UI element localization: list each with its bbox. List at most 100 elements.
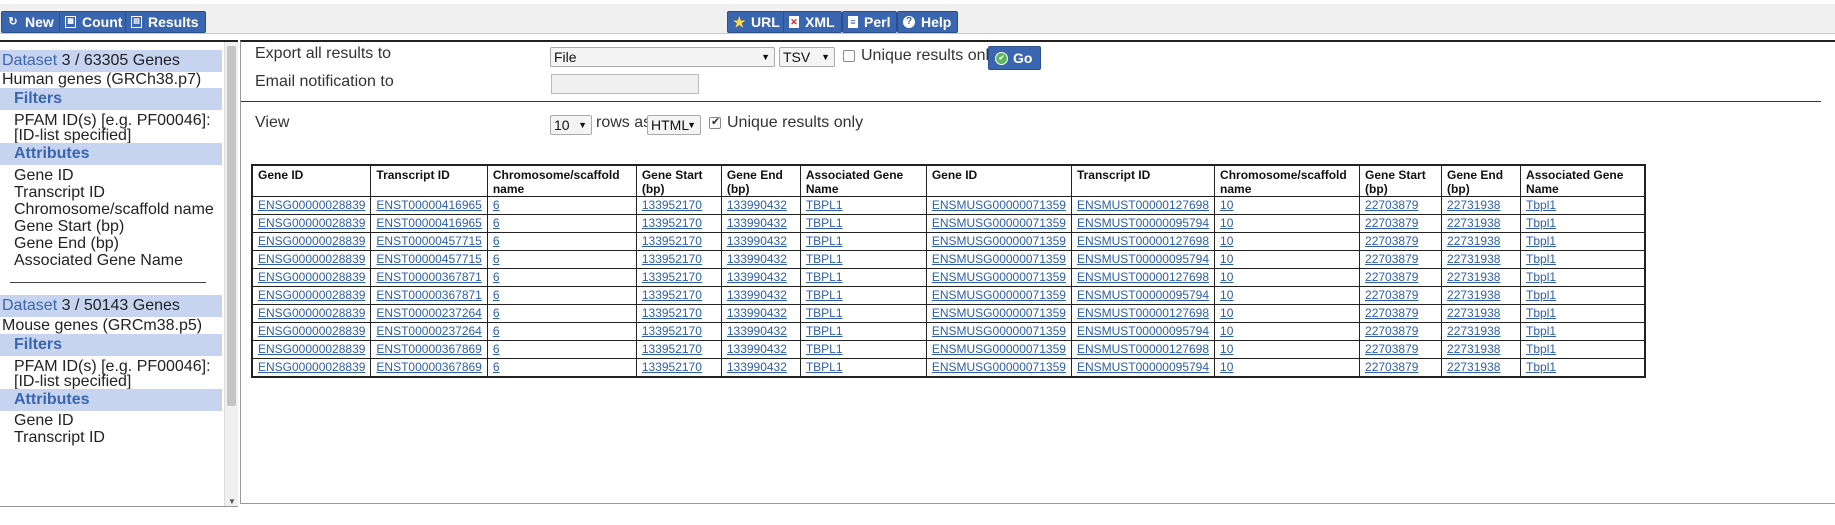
count-button[interactable]: ▦ Count <box>59 11 130 33</box>
cell-link[interactable]: 133990432 <box>727 360 787 374</box>
cell-link[interactable]: 22731938 <box>1447 270 1500 284</box>
attributes-header-mouse[interactable]: Attributes <box>0 389 222 411</box>
cell-link[interactable]: 22703879 <box>1365 360 1418 374</box>
dataset-label[interactable]: Dataset <box>2 52 57 69</box>
cell-link[interactable]: ENSG00000028839 <box>258 288 365 302</box>
cell-link[interactable]: ENSMUST00000127698 <box>1077 306 1209 320</box>
export-destination-select[interactable]: File ▼ <box>550 47 775 67</box>
cell-link[interactable]: 133952170 <box>642 216 702 230</box>
cell-link[interactable]: ENSG00000028839 <box>258 198 365 212</box>
cell-link[interactable]: 22703879 <box>1365 288 1418 302</box>
dataset-label[interactable]: Dataset <box>2 297 57 314</box>
cell-link[interactable]: 6 <box>493 252 500 266</box>
cell-link[interactable]: ENSMUSG00000071359 <box>932 216 1066 230</box>
cell-link[interactable]: 22703879 <box>1365 216 1418 230</box>
perl-button[interactable]: ≡ Perl <box>842 11 898 33</box>
cell-link[interactable]: TBPL1 <box>806 360 843 374</box>
cell-link[interactable]: Tbpl1 <box>1526 306 1556 320</box>
cell-link[interactable]: ENSMUSG00000071359 <box>932 198 1066 212</box>
cell-link[interactable]: 133952170 <box>642 324 702 338</box>
cell-link[interactable]: 22731938 <box>1447 342 1500 356</box>
cell-link[interactable]: 22731938 <box>1447 216 1500 230</box>
cell-link[interactable]: ENSG00000028839 <box>258 270 365 284</box>
cell-link[interactable]: ENSMUSG00000071359 <box>932 342 1066 356</box>
cell-link[interactable]: ENSMUST00000127698 <box>1077 234 1209 248</box>
cell-link[interactable]: ENST00000367871 <box>376 288 481 302</box>
email-field[interactable] <box>551 74 699 94</box>
url-button[interactable]: ★ URL <box>727 11 787 33</box>
go-button[interactable]: ✔ Go <box>988 46 1042 70</box>
cell-link[interactable]: ENSMUST00000095794 <box>1077 324 1209 338</box>
cell-link[interactable]: ENSG00000028839 <box>258 252 365 266</box>
cell-link[interactable]: 22703879 <box>1365 324 1418 338</box>
results-button[interactable]: ▤ Results <box>125 11 206 33</box>
cell-link[interactable]: TBPL1 <box>806 342 843 356</box>
cell-link[interactable]: 22731938 <box>1447 360 1500 374</box>
cell-link[interactable]: TBPL1 <box>806 234 843 248</box>
cell-link[interactable]: 6 <box>493 216 500 230</box>
cell-link[interactable]: ENSG00000028839 <box>258 360 365 374</box>
cell-link[interactable]: 22731938 <box>1447 198 1500 212</box>
attribute-item[interactable]: Transcript ID <box>14 428 105 447</box>
cell-link[interactable]: ENSG00000028839 <box>258 234 365 248</box>
cell-link[interactable]: ENSMUST00000127698 <box>1077 342 1209 356</box>
cell-link[interactable]: ENSMUST00000127698 <box>1077 270 1209 284</box>
cell-link[interactable]: Tbpl1 <box>1526 252 1556 266</box>
cell-link[interactable]: ENSMUSG00000071359 <box>932 270 1066 284</box>
cell-link[interactable]: 22703879 <box>1365 198 1418 212</box>
new-button[interactable]: ↻ New <box>1 11 61 33</box>
cell-link[interactable]: 22731938 <box>1447 252 1500 266</box>
cell-link[interactable]: Tbpl1 <box>1526 288 1556 302</box>
cell-link[interactable]: 133952170 <box>642 306 702 320</box>
cell-link[interactable]: 10 <box>1220 288 1233 302</box>
cell-link[interactable]: ENSMUST00000095794 <box>1077 252 1209 266</box>
cell-link[interactable]: 10 <box>1220 198 1233 212</box>
filters-header-mouse[interactable]: Filters <box>0 334 222 356</box>
cell-link[interactable]: 10 <box>1220 324 1233 338</box>
cell-link[interactable]: 10 <box>1220 234 1233 248</box>
cell-link[interactable]: TBPL1 <box>806 324 843 338</box>
cell-link[interactable]: Tbpl1 <box>1526 342 1556 356</box>
cell-link[interactable]: 6 <box>493 288 500 302</box>
cell-link[interactable]: ENSMUST00000095794 <box>1077 288 1209 302</box>
cell-link[interactable]: 6 <box>493 198 500 212</box>
cell-link[interactable]: 133952170 <box>642 234 702 248</box>
cell-link[interactable]: 133990432 <box>727 198 787 212</box>
cell-link[interactable]: ENST00000237264 <box>376 306 481 320</box>
view-unique-checkbox[interactable] <box>709 115 721 129</box>
cell-link[interactable]: ENST00000367869 <box>376 360 481 374</box>
attributes-header-human[interactable]: Attributes <box>0 143 222 165</box>
cell-link[interactable]: 133952170 <box>642 252 702 266</box>
cell-link[interactable]: 133952170 <box>642 342 702 356</box>
filters-header-human[interactable]: Filters <box>0 88 222 110</box>
cell-link[interactable]: 22731938 <box>1447 234 1500 248</box>
cell-link[interactable]: 133952170 <box>642 270 702 284</box>
cell-link[interactable]: 10 <box>1220 252 1233 266</box>
export-unique-checkbox[interactable] <box>843 50 855 62</box>
cell-link[interactable]: 22731938 <box>1447 288 1500 302</box>
cell-link[interactable]: 22731938 <box>1447 306 1500 320</box>
cell-link[interactable]: 22703879 <box>1365 234 1418 248</box>
cell-link[interactable]: ENSMUST00000095794 <box>1077 360 1209 374</box>
cell-link[interactable]: ENST00000367871 <box>376 270 481 284</box>
view-format-select[interactable]: HTML ▼ <box>647 115 701 135</box>
xml-button[interactable]: ✕ XML <box>783 11 842 33</box>
cell-link[interactable]: ENSMUST00000095794 <box>1077 216 1209 230</box>
cell-link[interactable]: 10 <box>1220 360 1233 374</box>
dataset-header-human[interactable]: Dataset 3 / 63305 Genes <box>0 50 222 72</box>
cell-link[interactable]: 22703879 <box>1365 252 1418 266</box>
cell-link[interactable]: ENSG00000028839 <box>258 216 365 230</box>
cell-link[interactable]: 133990432 <box>727 234 787 248</box>
help-button[interactable]: ? Help <box>897 11 959 33</box>
cell-link[interactable]: Tbpl1 <box>1526 270 1556 284</box>
cell-link[interactable]: Tbpl1 <box>1526 360 1556 374</box>
cell-link[interactable]: 22703879 <box>1365 270 1418 284</box>
cell-link[interactable]: Tbpl1 <box>1526 198 1556 212</box>
cell-link[interactable]: ENSG00000028839 <box>258 342 365 356</box>
dataset-header-mouse[interactable]: Dataset 3 / 50143 Genes <box>0 295 222 317</box>
cell-link[interactable]: TBPL1 <box>806 270 843 284</box>
cell-link[interactable]: 6 <box>493 324 500 338</box>
cell-link[interactable]: Tbpl1 <box>1526 216 1556 230</box>
cell-link[interactable]: 10 <box>1220 270 1233 284</box>
cell-link[interactable]: 133990432 <box>727 270 787 284</box>
